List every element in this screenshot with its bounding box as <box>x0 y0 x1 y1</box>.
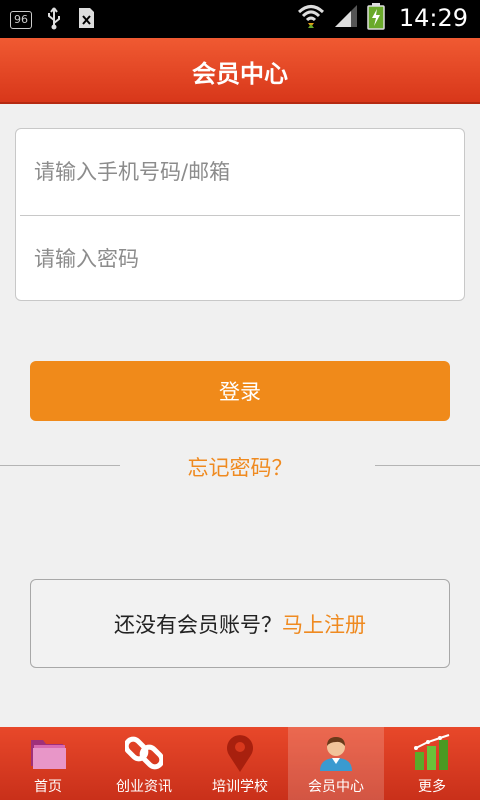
bar-chart-icon <box>412 733 452 773</box>
tab-more[interactable]: 更多 <box>384 727 480 800</box>
user-icon <box>316 733 356 773</box>
tab-label: 首页 <box>34 779 62 795</box>
password-input[interactable] <box>16 216 464 302</box>
clock: 14:29 <box>398 4 468 32</box>
account-input[interactable] <box>16 129 464 215</box>
login-button[interactable]: 登录 <box>30 361 450 421</box>
usb-icon <box>46 6 62 34</box>
notification-count-badge: 96 <box>10 11 32 29</box>
page-title: 会员中心 <box>192 60 288 88</box>
folder-icon <box>28 733 68 773</box>
status-bar: 96 14:29 <box>0 0 480 38</box>
tab-news[interactable]: 创业资讯 <box>96 727 192 800</box>
battery-charging-icon <box>367 2 385 34</box>
wifi-icon <box>297 3 325 33</box>
tab-training-school[interactable]: 培训学校 <box>192 727 288 800</box>
tab-label: 培训学校 <box>212 779 268 795</box>
forgot-password-link[interactable]: 忘记密码？ <box>120 452 360 482</box>
tab-home[interactable]: 首页 <box>0 727 96 800</box>
divider-left <box>0 465 120 466</box>
bottom-tab-bar: 首页 创业资讯 培训学校 会员中心 更多 <box>0 727 480 800</box>
login-form <box>15 128 465 302</box>
divider-right <box>375 465 480 466</box>
sd-card-icon <box>76 6 98 34</box>
link-icon <box>124 733 164 773</box>
register-link[interactable]: 马上注册 <box>282 609 366 639</box>
map-pin-icon <box>220 733 260 773</box>
register-box: 还没有会员账号？ 马上注册 <box>30 579 450 668</box>
app-header: 会员中心 <box>0 38 480 104</box>
tab-label: 创业资讯 <box>116 779 172 795</box>
tab-member-center[interactable]: 会员中心 <box>288 727 384 800</box>
tab-label: 更多 <box>418 779 446 795</box>
tab-label: 会员中心 <box>308 779 364 795</box>
register-prompt: 还没有会员账号？ <box>114 612 282 637</box>
signal-icon <box>333 3 359 33</box>
